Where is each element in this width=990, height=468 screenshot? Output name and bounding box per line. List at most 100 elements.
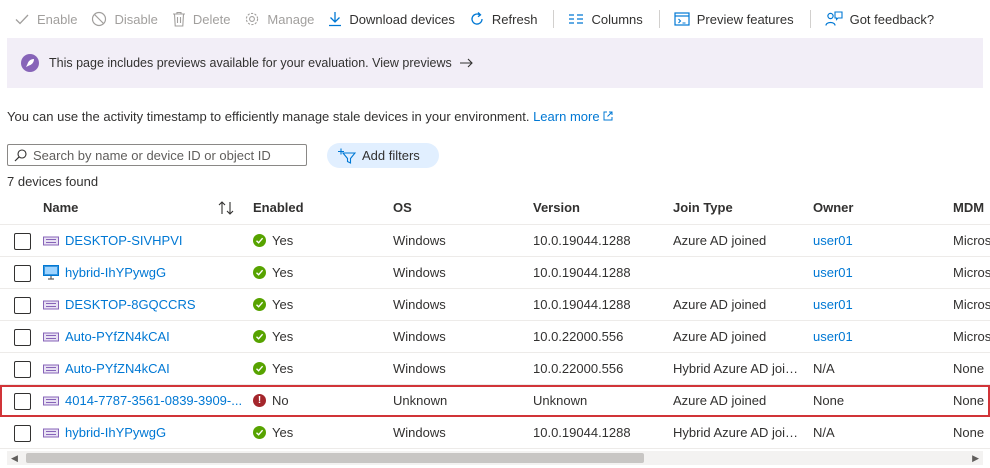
row-checkbox[interactable] (14, 265, 31, 282)
device-name-link[interactable]: DESKTOP-8GQCCRS (65, 297, 196, 312)
row-checkbox[interactable] (14, 361, 31, 378)
manage-button[interactable]: Manage (238, 0, 322, 38)
column-header-mdm[interactable]: MDM (953, 191, 990, 224)
device-icon (43, 234, 59, 248)
download-devices-button[interactable]: Download devices (322, 0, 463, 38)
command-bar: Enable Disable Delete Manage Download de… (0, 0, 990, 38)
row-checkbox[interactable] (14, 329, 31, 346)
info-text: You can use the activity timestamp to ef… (7, 109, 613, 124)
device-name-link[interactable]: DESKTOP-SIVHPVI (65, 233, 183, 248)
mdm-cell: Microsoft Intune (953, 265, 990, 280)
join-type-cell: Azure AD joined (673, 385, 803, 416)
enabled-value: Yes (272, 265, 294, 280)
owner-value[interactable]: user01 (813, 329, 853, 344)
device-icon (43, 362, 59, 376)
owner-cell[interactable]: user01 (813, 321, 943, 352)
preview-features-button[interactable]: Preview features (668, 0, 802, 38)
device-icon (43, 394, 59, 408)
search-input[interactable] (33, 147, 293, 163)
version-cell: 10.0.19044.1288 (533, 425, 631, 440)
search-box[interactable] (7, 144, 307, 166)
scroll-left-icon[interactable]: ◀ (11, 453, 18, 464)
device-name-cell[interactable]: 4014-7787-3561-0839-3909-... (43, 385, 243, 416)
owner-value[interactable]: user01 (813, 265, 853, 280)
mdm-cell: None (953, 393, 985, 408)
toolbar-divider (658, 10, 660, 28)
row-checkbox[interactable] (14, 233, 31, 250)
scroll-right-icon[interactable]: ▶ (972, 453, 979, 464)
join-type-cell: Hybrid Azure AD joined (673, 353, 803, 384)
os-cell: Windows (393, 265, 446, 280)
row-checkbox[interactable] (14, 425, 31, 442)
preview-banner[interactable]: This page includes previews available fo… (7, 38, 983, 88)
table-row[interactable]: Auto-PYfZN4kCAI Yes Windows 10.0.22000.556 H… (0, 353, 990, 385)
refresh-label: Refresh (491, 11, 538, 27)
owner-value[interactable]: user01 (813, 297, 853, 312)
join-type-value: Azure AD joined (673, 329, 767, 344)
table-row[interactable]: hybrid-IhYPywgG Yes Windows 10.0.19044.1288… (0, 417, 990, 449)
table-row[interactable]: Auto-PYfZN4kCAI Yes Windows 10.0.22000.556 A… (0, 321, 990, 353)
table-row[interactable]: DESKTOP-8GQCCRS Yes Windows 10.0.19044.1288… (0, 289, 990, 321)
device-name-link[interactable]: hybrid-IhYPywgG (65, 265, 166, 280)
join-type-value: Hybrid Azure AD joined (673, 361, 801, 376)
table-body: DESKTOP-SIVHPVI Yes Windows 10.0.19044.1288… (0, 225, 990, 449)
os-cell: Windows (393, 361, 446, 376)
sort-icon[interactable] (218, 201, 234, 215)
table-header: Name Enabled OS Version Join Type Owner … (0, 191, 990, 225)
version-cell: 10.0.19044.1288 (533, 233, 631, 248)
device-name-link[interactable]: Auto-PYfZN4kCAI (65, 329, 170, 344)
device-name-cell[interactable]: Auto-PYfZN4kCAI (43, 321, 243, 352)
scrollbar-thumb[interactable] (26, 453, 644, 463)
result-count: 7 devices found (7, 174, 99, 189)
column-header-name[interactable]: Name (43, 191, 243, 224)
horizontal-scrollbar[interactable]: ◀ ▶ (7, 451, 983, 465)
owner-cell: N/A (813, 353, 943, 384)
enabled-cell: Yes (253, 353, 383, 384)
toolbar-divider (553, 10, 555, 28)
column-header-version[interactable]: Version (533, 191, 663, 224)
table-row[interactable]: 4014-7787-3561-0839-3909-...! No Unknown Un… (0, 385, 990, 417)
info-message: You can use the activity timestamp to ef… (7, 109, 530, 124)
column-header-owner[interactable]: Owner (813, 191, 943, 224)
manage-label: Manage (267, 11, 315, 27)
column-header-os[interactable]: OS (393, 191, 523, 224)
row-checkbox[interactable] (14, 297, 31, 314)
table-row[interactable]: hybrid-IhYPywgG Yes Windows 10.0.19044.1288… (0, 257, 990, 289)
columns-button[interactable]: Columns (562, 0, 650, 38)
version-cell: Unknown (533, 393, 588, 408)
enable-button[interactable]: Enable (8, 0, 85, 38)
owner-cell[interactable]: user01 (813, 225, 943, 256)
table-row[interactable]: DESKTOP-SIVHPVI Yes Windows 10.0.19044.1288… (0, 225, 990, 257)
column-header-enabled[interactable]: Enabled (253, 191, 383, 224)
device-name-cell[interactable]: DESKTOP-8GQCCRS (43, 289, 243, 320)
enable-label: Enable (37, 11, 78, 27)
column-header-join-type[interactable]: Join Type (673, 191, 803, 224)
device-name-cell[interactable]: DESKTOP-SIVHPVI (43, 225, 243, 256)
disable-button[interactable]: Disable (85, 0, 165, 38)
join-type-value: Azure AD joined (673, 233, 767, 248)
row-checkbox[interactable] (14, 393, 31, 410)
owner-cell[interactable]: user01 (813, 257, 943, 288)
device-name-cell[interactable]: hybrid-IhYPywgG (43, 257, 243, 288)
column-label: Name (43, 200, 79, 215)
refresh-icon (471, 12, 483, 25)
refresh-button[interactable]: Refresh (463, 0, 546, 38)
device-name-cell[interactable]: Auto-PYfZN4kCAI (43, 353, 243, 384)
device-name-link[interactable]: Auto-PYfZN4kCAI (65, 361, 170, 376)
owner-cell[interactable]: user01 (813, 289, 943, 320)
external-link-icon (603, 111, 613, 121)
search-icon (14, 148, 27, 161)
learn-more-link[interactable]: Learn more (533, 109, 613, 124)
device-name-cell[interactable]: hybrid-IhYPywgG (43, 417, 243, 448)
delete-button[interactable]: Delete (166, 0, 239, 38)
add-filters-button[interactable]: Add filters (327, 143, 439, 168)
filter-add-icon (338, 148, 356, 164)
add-filters-label: Add filters (362, 148, 420, 163)
got-feedback-button[interactable]: Got feedback? (819, 0, 943, 38)
device-name-link[interactable]: 4014-7787-3561-0839-3909-... (65, 393, 242, 408)
device-name-link[interactable]: hybrid-IhYPywgG (65, 425, 166, 440)
rocket-icon (21, 54, 39, 72)
owner-value[interactable]: user01 (813, 233, 853, 248)
mdm-cell: None (953, 425, 985, 440)
feedback-label: Got feedback? (849, 11, 935, 27)
